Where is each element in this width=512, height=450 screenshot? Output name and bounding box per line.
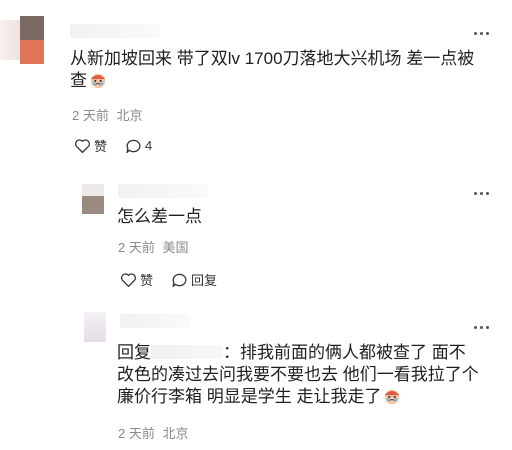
like-button[interactable]: 赞 [74,136,107,155]
location: 北京 [162,426,189,441]
comment-bubble-icon [172,273,187,287]
comment-text-line: 回复 ：排我前面的俩人都被查了 面不 [117,343,466,362]
reply-count: 4 [145,138,153,153]
comment-text-line: 改色的凑过去问我要不要也去 他们一看我拉了个 [117,365,479,384]
comment-bubble-icon [126,139,141,153]
crying-face-icon [90,73,106,89]
more-options-icon[interactable] [472,26,490,36]
comment-meta: 2 天前 北京 [72,108,142,124]
username-redacted[interactable] [70,24,160,38]
crying-face-icon [385,389,400,405]
comment-actions: 赞 4 [74,136,170,155]
comment-3: 回复 ：排我前面的俩人都被查了 面不 改色的凑过去问我要不要也去 他们一看我拉了个… [0,300,512,450]
more-options-icon[interactable] [472,186,490,196]
like-button[interactable]: 赞 [120,270,153,289]
more-options-icon[interactable] [472,320,490,330]
comment-2: 怎么差一点 2 天前 美国 赞 回复 [0,168,512,298]
comment-text-line: 查 [70,70,500,92]
avatar[interactable] [84,312,106,342]
avatar-blur [0,20,20,60]
like-label: 赞 [140,273,154,288]
avatar[interactable] [82,184,104,214]
comment-text: 从新加坡回来 带了双lv 1700刀落地大兴机场 差一点被 查 [70,48,500,92]
like-label: 赞 [94,139,108,154]
heart-icon [74,138,91,153]
location: 美国 [162,240,189,255]
timestamp: 2 天前 [118,426,155,441]
timestamp: 2 天前 [118,240,155,255]
comment-meta: 2 天前 美国 [118,240,188,256]
comment-text: 怎么差一点 [117,207,202,226]
timestamp: 2 天前 [72,108,109,123]
avatar[interactable] [20,16,44,64]
comment-text-line: 廉价行李箱 明显是学生 走让我走了 [117,386,497,408]
comment-text: 回复 ：排我前面的俩人都被查了 面不 改色的凑过去问我要不要也去 他们一看我拉了个… [117,342,497,408]
heart-icon [120,272,137,287]
reply-target-redacted[interactable] [151,345,223,359]
reply-label: 回复 [191,273,218,288]
location: 北京 [116,108,143,123]
reply-prefix: 回复 [117,343,151,362]
comment-1: 从新加坡回来 带了双lv 1700刀落地大兴机场 差一点被 查 2 天前 北京 … [0,0,512,160]
username-redacted[interactable] [120,314,190,328]
comment-meta: 2 天前 北京 [118,426,188,442]
comment-actions: 赞 回复 [120,270,235,289]
username-redacted[interactable] [118,184,208,198]
reply-button[interactable]: 4 [125,138,152,154]
reply-button[interactable]: 回复 [171,270,217,289]
comment-text-line: 从新加坡回来 带了双lv 1700刀落地大兴机场 差一点被 [70,49,475,68]
